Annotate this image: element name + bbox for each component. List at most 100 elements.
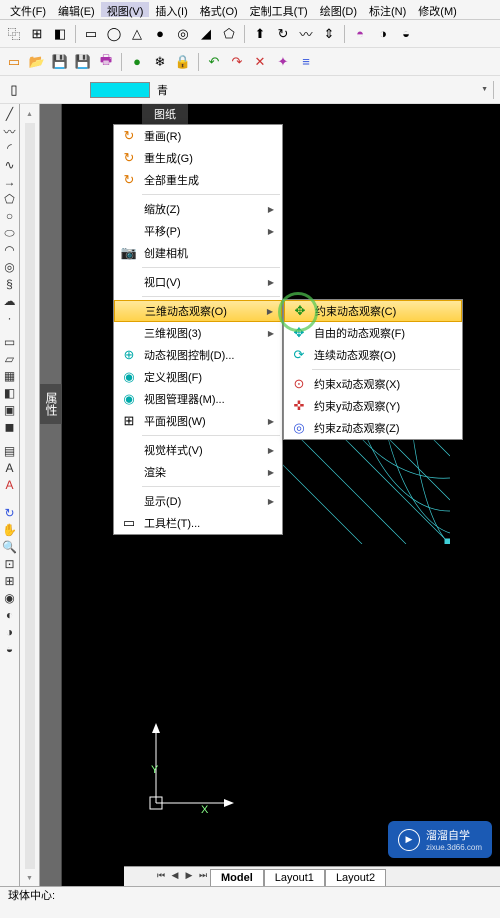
new-icon[interactable]: ▭ [4, 52, 24, 72]
smi-constrained[interactable]: ✥约束动态观察(C) [284, 300, 462, 322]
tool-box-icon[interactable]: ▭ [81, 24, 101, 44]
tool-extrude-icon[interactable]: ⬆ [250, 24, 270, 44]
mi-pan[interactable]: 平移(P)▶ [114, 220, 282, 242]
tool-torus-icon[interactable]: ◎ [173, 24, 193, 44]
mi-regenall[interactable]: ↻全部重生成 [114, 169, 282, 191]
menu-draw[interactable]: 绘图(D) [314, 2, 363, 17]
scroll-down-icon[interactable]: ▼ [22, 870, 38, 886]
mi-3dorbit[interactable]: 三维动态观察(O)▶ [114, 300, 282, 322]
tool-loft-icon[interactable]: ⇕ [319, 24, 339, 44]
mi-dynview[interactable]: ⊕动态视图控制(D)... [114, 344, 282, 366]
donut-icon[interactable]: ◎ [2, 259, 18, 275]
print-icon[interactable]: 🖶 [96, 52, 116, 72]
command-line[interactable]: 球体中心: [0, 886, 500, 918]
smi-x[interactable]: ⊙约束x动态观察(X) [284, 373, 462, 395]
layer-lock-icon[interactable]: 🔒 [173, 52, 193, 72]
smi-continuous[interactable]: ⟳连续动态观察(O) [284, 344, 462, 366]
point-icon[interactable]: · [2, 310, 18, 326]
open-icon[interactable]: 📂 [27, 52, 47, 72]
prop-icon[interactable]: ≡ [296, 52, 316, 72]
zoome-icon[interactable]: ⊞ [2, 573, 18, 589]
walk-icon[interactable]: ◐ [2, 607, 18, 623]
erase-icon[interactable]: ✕ [250, 52, 270, 72]
tool-wedge-icon[interactable]: ◢ [196, 24, 216, 44]
menu-insert[interactable]: 插入(I) [149, 2, 193, 17]
mi-camera[interactable]: 📷创建相机 [114, 242, 282, 264]
mi-3dview[interactable]: 三维视图(3)▶ [114, 322, 282, 344]
region-icon[interactable]: ▱ [2, 351, 18, 367]
saveas-icon[interactable]: 💾 [73, 52, 93, 72]
3dorbit-icon[interactable]: ◉ [2, 590, 18, 606]
menu-customtool[interactable]: 定制工具(T) [244, 2, 314, 17]
mtext-icon[interactable]: A [2, 460, 18, 476]
arc2-icon[interactable]: ◠ [2, 242, 18, 258]
smi-y[interactable]: ✜约束y动态观察(Y) [284, 395, 462, 417]
hatch-icon[interactable]: ▦ [2, 368, 18, 384]
tool-group-icon[interactable]: ⊞ [27, 24, 47, 44]
mi-toolbar[interactable]: ▭工具栏(T)... [114, 512, 282, 534]
smi-free[interactable]: ✥自由的动态观察(F) [284, 322, 462, 344]
line-icon[interactable]: ╱ [2, 106, 18, 122]
pline-icon[interactable]: 〰 [2, 123, 18, 139]
menu-edit[interactable]: 编辑(E) [52, 2, 101, 17]
spline-icon[interactable]: ∿ [2, 157, 18, 173]
tool-subtract-icon[interactable]: ◑ [373, 24, 393, 44]
orbit-icon[interactable]: ↻ [2, 505, 18, 521]
smi-z[interactable]: ◎约束z动态观察(Z) [284, 417, 462, 439]
scroll-up-icon[interactable]: ▲ [22, 106, 38, 122]
menu-file[interactable]: 文件(F) [4, 2, 52, 17]
tool-revolve-icon[interactable]: ↻ [273, 24, 293, 44]
menu-dim[interactable]: 标注(N) [363, 2, 412, 17]
text-icon[interactable]: A [2, 477, 18, 493]
layout-tab-2[interactable]: Layout2 [325, 869, 386, 886]
mi-display[interactable]: 显示(D)▶ [114, 490, 282, 512]
layout-tab-1[interactable]: Layout1 [264, 869, 325, 886]
mi-redraw[interactable]: ↻重画(R) [114, 125, 282, 147]
menu-format[interactable]: 格式(O) [194, 2, 244, 17]
layer-on-icon[interactable]: ● [127, 52, 147, 72]
tool-cone-icon[interactable]: △ [127, 24, 147, 44]
mi-regen[interactable]: ↻重生成(G) [114, 147, 282, 169]
gradient-icon[interactable]: ◧ [2, 385, 18, 401]
zoom-icon[interactable]: 🔍 [2, 539, 18, 555]
tab-first-icon[interactable]: ⏮ [154, 870, 168, 884]
tool-copy-icon[interactable]: ⿻ [4, 24, 24, 44]
save-icon[interactable]: 💾 [50, 52, 70, 72]
tool-union-icon[interactable]: ◓ [350, 24, 370, 44]
table-icon[interactable]: ▤ [2, 443, 18, 459]
mi-render[interactable]: 渲染▶ [114, 461, 282, 483]
tab-prev-icon[interactable]: ◀ [168, 870, 182, 884]
tool-poly-icon[interactable]: ⬠ [219, 24, 239, 44]
ellipse-icon[interactable]: ⬭ [2, 225, 18, 241]
color-swatch[interactable] [90, 82, 150, 98]
polygon-icon[interactable]: ⬠ [2, 191, 18, 207]
drawing-tab[interactable]: 图纸 [142, 104, 188, 124]
mi-viewmgr[interactable]: ◉视图管理器(M)... [114, 388, 282, 410]
mi-visstyle[interactable]: 视觉样式(V)▶ [114, 439, 282, 461]
pan-icon[interactable]: ✋ [2, 522, 18, 538]
boundary-icon[interactable]: ▣ [2, 402, 18, 418]
mi-zoom[interactable]: 缩放(Z)▶ [114, 198, 282, 220]
tool-sphere-icon[interactable]: ● [150, 24, 170, 44]
tab-last-icon[interactable]: ⏭ [196, 870, 210, 884]
mi-viewport[interactable]: 视口(V)▶ [114, 271, 282, 293]
redo-icon[interactable]: ↷ [227, 52, 247, 72]
ray-icon[interactable]: → [2, 174, 18, 190]
mi-defview[interactable]: ◉定义视图(F) [114, 366, 282, 388]
fly-icon[interactable]: ◑ [2, 624, 18, 640]
look-icon[interactable]: ◒ [2, 641, 18, 657]
circle-icon[interactable]: ○ [2, 208, 18, 224]
tool-cylinder-icon[interactable]: ◯ [104, 24, 124, 44]
properties-tab[interactable]: 属性 [40, 384, 63, 424]
zoomw-icon[interactable]: ⊡ [2, 556, 18, 572]
select-icon[interactable]: ▯ [4, 80, 24, 100]
menu-view[interactable]: 视图(V) [101, 2, 150, 17]
match-icon[interactable]: ✦ [273, 52, 293, 72]
cloud-icon[interactable]: ☁ [2, 293, 18, 309]
tool-layers-icon[interactable]: ◧ [50, 24, 70, 44]
tab-next-icon[interactable]: ▶ [182, 870, 196, 884]
arc-icon[interactable]: ◜ [2, 140, 18, 156]
layout-tab-model[interactable]: Model [210, 869, 264, 886]
tool-intersect-icon[interactable]: ◒ [396, 24, 416, 44]
mi-planview[interactable]: ⊞平面视图(W)▶ [114, 410, 282, 432]
